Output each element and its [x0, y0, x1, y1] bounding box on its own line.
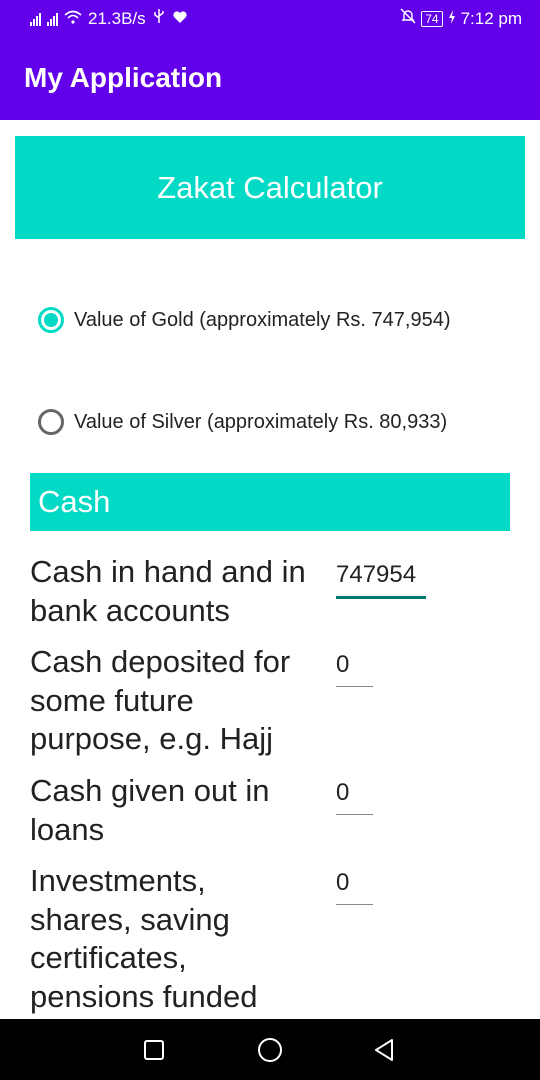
radio-unchecked-icon[interactable] [38, 409, 64, 435]
cash-section-title: Cash [38, 484, 111, 519]
cash-in-hand-input[interactable]: 747954 [336, 560, 426, 599]
signal-icon [30, 12, 41, 26]
cash-deposited-input[interactable]: 0 [336, 650, 373, 687]
recents-button[interactable] [140, 1036, 168, 1064]
navigation-bar [0, 1019, 540, 1080]
heart-icon [172, 9, 188, 29]
charging-icon [448, 9, 456, 29]
radio-label-silver: Value of Silver (approximately Rs. 80,93… [74, 410, 448, 433]
radio-label-gold: Value of Gold (approximately Rs. 747,954… [74, 308, 451, 331]
wifi-icon [64, 9, 82, 29]
clock: 7:12 pm [460, 8, 522, 28]
field-label-cash-deposited: Cash deposited for some future purpose, … [30, 644, 291, 756]
usb-icon [152, 8, 166, 29]
cash-loans-input[interactable]: 0 [336, 778, 373, 815]
field-label-cash-in-hand: Cash in hand and in bank accounts [30, 554, 306, 628]
square-icon [144, 1040, 164, 1060]
mute-icon [400, 8, 416, 29]
radio-option-gold[interactable]: Value of Gold (approximately Rs. 747,954… [38, 307, 451, 333]
status-bar: 21.3B/s 74 7:12 pm [0, 0, 540, 36]
home-button[interactable] [256, 1036, 284, 1064]
cash-section-header: Cash [30, 473, 510, 531]
app-title: My Application [24, 62, 223, 93]
signal-icon [47, 12, 58, 26]
calculator-header: Zakat Calculator [15, 136, 525, 239]
back-button[interactable] [370, 1036, 398, 1064]
field-label-investments: Investments, shares, saving certificates… [30, 863, 258, 1014]
radio-checked-icon[interactable] [38, 307, 64, 333]
network-speed: 21.3B/s [88, 8, 146, 28]
circle-icon [258, 1038, 282, 1062]
radio-option-silver[interactable]: Value of Silver (approximately Rs. 80,93… [38, 409, 447, 435]
battery-icon: 74 [421, 10, 443, 27]
investments-input[interactable]: 0 [336, 868, 373, 905]
field-label-cash-loans: Cash given out in loans [30, 773, 270, 847]
triangle-back-icon [375, 1039, 393, 1061]
app-bar: My Application [0, 36, 540, 120]
